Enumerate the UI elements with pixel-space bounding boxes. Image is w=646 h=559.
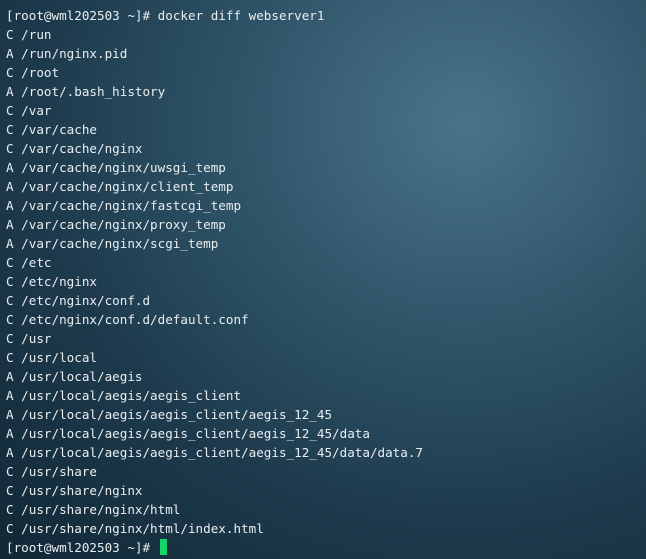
output-line: C /etc/nginx/conf.d [6, 293, 151, 308]
terminal-window[interactable]: [root@wml202503 ~]# docker diff webserve… [0, 0, 646, 559]
output-line: C /usr/share/nginx [6, 483, 143, 498]
output-line: C /usr/share [6, 464, 97, 479]
output-line: A /var/cache/nginx/scgi_temp [6, 236, 219, 251]
output-line: C /run [6, 27, 52, 42]
output-line: A /usr/local/aegis/aegis_client/aegis_12… [6, 407, 333, 422]
shell-prompt: [root@wml202503 ~]# [6, 540, 151, 555]
output-line: A /usr/local/aegis/aegis_client/aegis_12… [6, 445, 424, 460]
command-text: docker diff webserver1 [157, 8, 325, 23]
output-line: C /var/cache [6, 122, 97, 137]
output-line: A /var/cache/nginx/uwsgi_temp [6, 160, 226, 175]
command-line: [root@wml202503 ~]# docker diff webserve… [6, 6, 646, 25]
output-line: A /run/nginx.pid [6, 46, 128, 61]
output-line: A /usr/local/aegis [6, 369, 143, 384]
command-output: C /run A /run/nginx.pid C /root A /root/.ba… [6, 25, 646, 538]
output-line: C /root [6, 65, 60, 80]
shell-prompt: [root@wml202503 ~]# [6, 8, 151, 23]
output-line: C /etc [6, 255, 52, 270]
output-line: A /var/cache/nginx/fastcgi_temp [6, 198, 242, 213]
output-line: A /var/cache/nginx/client_temp [6, 179, 234, 194]
output-line: C /var/cache/nginx [6, 141, 143, 156]
output-line: A /usr/local/aegis/aegis_client/aegis_12… [6, 426, 370, 441]
output-line: C /usr [6, 331, 52, 346]
output-line: A /root/.bash_history [6, 84, 166, 99]
output-line: C /usr/local [6, 350, 97, 365]
text-cursor [159, 539, 167, 555]
output-line: A /usr/local/aegis/aegis_client [6, 388, 242, 403]
output-line: C /etc/nginx [6, 274, 97, 289]
output-line: A /var/cache/nginx/proxy_temp [6, 217, 226, 232]
output-line: C /usr/share/nginx/html/index.html [6, 521, 264, 536]
active-prompt-line[interactable]: [root@wml202503 ~]# [6, 538, 646, 557]
output-line: C /var [6, 103, 52, 118]
output-line: C /etc/nginx/conf.d/default.conf [6, 312, 249, 327]
output-line: C /usr/share/nginx/html [6, 502, 181, 517]
